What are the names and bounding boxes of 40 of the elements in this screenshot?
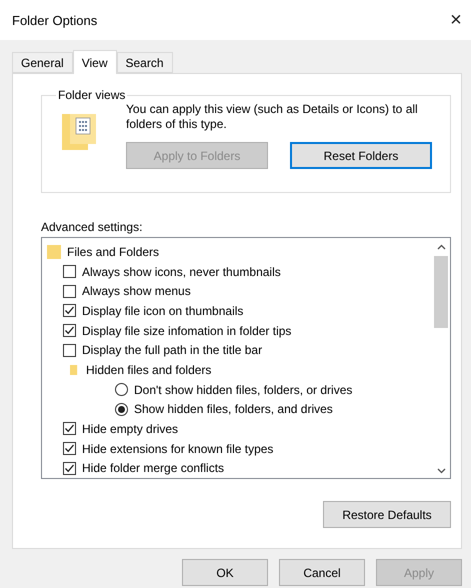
tab[interactable]: General: [12, 52, 73, 73]
tab[interactable]: View: [72, 50, 116, 74]
folder-action-button[interactable]: Reset Folders: [290, 142, 432, 169]
radio-button[interactable]: [115, 402, 128, 416]
option-label: Display file size infomation in folder tips: [82, 324, 292, 338]
checkbox[interactable]: [63, 422, 76, 436]
scroll-down-icon[interactable]: [436, 468, 446, 474]
option-label: Display the full path in the title bar: [82, 343, 262, 358]
folder-view-icon: [62, 114, 96, 150]
dialog-button[interactable]: Cancel: [279, 559, 365, 586]
folder-icon: [47, 244, 61, 259]
checkbox[interactable]: [63, 442, 76, 456]
description-text: You can apply this view (such as Details or Icons) to all folders of this type.: [126, 102, 419, 132]
restore-defaults-button[interactable]: Restore Defaults: [323, 501, 451, 528]
checkbox[interactable]: [63, 265, 76, 278]
scroll-up-icon[interactable]: [436, 244, 446, 250]
group-title: Folder views: [57, 88, 126, 102]
option-label: Always show icons, never thumbnails: [82, 264, 281, 278]
tab[interactable]: Search: [116, 52, 173, 73]
folder-icon: [70, 362, 80, 377]
checkbox[interactable]: [63, 344, 76, 357]
option-label: Hide extensions for known file types: [82, 442, 274, 456]
close-button[interactable]: ×: [441, 5, 471, 35]
option-label: Hide empty drives: [82, 422, 178, 436]
option-label: Display file icon on thumbnails: [82, 304, 244, 318]
folder-label: Hidden files and folders: [86, 362, 212, 377]
option-label: Hide folder merge conflicts: [82, 461, 224, 476]
checkbox[interactable]: [63, 304, 76, 318]
checkbox[interactable]: [63, 462, 76, 475]
checkbox[interactable]: [63, 324, 76, 338]
folder-label: Files and Folders: [67, 244, 160, 259]
checkbox[interactable]: [63, 284, 76, 298]
section-label: Advanced settings:: [41, 220, 144, 234]
option-label: Don't show hidden files, folders, or drives: [134, 382, 352, 397]
option-label: Always show menus: [82, 284, 191, 298]
scroll-thumb[interactable]: [434, 256, 448, 328]
dialog-button[interactable]: OK: [182, 559, 268, 586]
radio-button[interactable]: [115, 383, 128, 396]
option-label: Show hidden files, folders, and drives: [134, 402, 333, 416]
window-title: Folder Options: [12, 12, 98, 28]
